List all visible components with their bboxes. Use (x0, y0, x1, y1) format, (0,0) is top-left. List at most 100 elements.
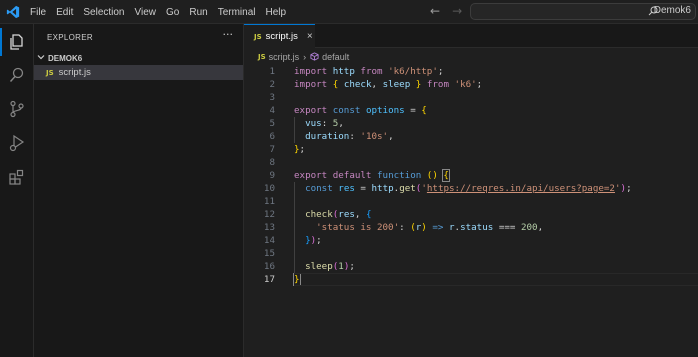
code-token: options (365, 105, 405, 116)
search-text: Demok6 (653, 5, 691, 16)
editor-area: JS script.js × JS script.js › default 1 i… (244, 24, 698, 357)
explorer-icon[interactable] (0, 28, 27, 56)
code-line[interactable]: 14 }); (244, 234, 698, 247)
code-line[interactable]: 4 export const options = { (244, 104, 698, 117)
code-text: } (293, 273, 301, 286)
code-line[interactable]: 5 vus: 5, (244, 117, 698, 130)
title-bar: File Edit Selection View Go Run Terminal… (0, 0, 698, 24)
search-view-icon[interactable] (7, 65, 27, 85)
code-token: '10s' (360, 131, 389, 142)
source-control-icon[interactable] (7, 99, 27, 119)
code-token: ; (299, 144, 306, 155)
code-line[interactable]: 7}; (244, 143, 698, 156)
code-token: import (294, 79, 333, 90)
code-line[interactable]: 3 (244, 91, 698, 104)
code-token: 'k6' (454, 79, 477, 90)
menu-file[interactable]: File (30, 7, 46, 18)
code-line[interactable]: 12 check(res, { (244, 208, 698, 221)
code-token: sleep (382, 79, 411, 90)
line-number: 14 (263, 235, 275, 246)
workspace-folder-label: DEMOK6 (48, 53, 83, 63)
code-text: const res = http.get('https://reqres.in/… (294, 182, 632, 195)
menu-bar: File Edit Selection View Go Run Terminal… (30, 0, 296, 24)
javascript-file-icon: JS (46, 68, 54, 77)
file-item-label: script.js (58, 67, 91, 78)
code-line[interactable]: 13 'status is 200': (r) => r.status === … (244, 221, 698, 234)
code-line[interactable]: 17} (244, 273, 698, 286)
run-debug-icon[interactable] (7, 133, 27, 153)
code-token: === (493, 222, 521, 233)
code-token: export (294, 105, 333, 116)
code-line[interactable]: 15 (244, 247, 698, 260)
tab-label: script.js (265, 31, 298, 42)
file-item-script-js[interactable]: JS script.js (34, 65, 243, 80)
breadcrumb-file[interactable]: script.js (269, 52, 300, 62)
code-text: }; (294, 143, 305, 156)
code-token: } (293, 273, 301, 286)
menu-terminal[interactable]: Terminal (218, 7, 256, 18)
code-token: from (421, 79, 455, 90)
code-token: () (426, 170, 438, 181)
indent-guide (294, 117, 295, 143)
chevron-down-icon (37, 53, 45, 63)
code-token: function (377, 170, 427, 181)
extensions-icon[interactable] (7, 167, 27, 187)
menu-view[interactable]: View (135, 7, 157, 18)
menu-selection[interactable]: Selection (83, 7, 124, 18)
menu-go[interactable]: Go (166, 7, 179, 18)
close-icon[interactable]: × (307, 31, 313, 42)
code-token: { (365, 209, 372, 220)
code-token: ; (626, 183, 632, 194)
code-editor[interactable]: 1 import http from 'k6/http'; 2 import { ch… (244, 65, 698, 286)
code-token: http (371, 183, 394, 194)
explorer-title: EXPLORER (47, 33, 93, 42)
back-arrow-icon[interactable]: ← (430, 4, 440, 18)
code-token: vus (305, 118, 322, 129)
code-line[interactable]: 8 (244, 156, 698, 169)
vscode-logo-icon (6, 5, 20, 19)
code-token: sleep (305, 261, 333, 272)
code-token: , (388, 131, 394, 142)
navigation-arrows: ← → (430, 4, 462, 18)
code-token: 'k6/http' (388, 66, 438, 77)
code-line[interactable]: 10 const res = http.get('https://reqres.… (244, 182, 698, 195)
code-token: = (404, 105, 422, 116)
code-token: ; (437, 66, 444, 77)
tab-script-js[interactable]: JS script.js × (244, 24, 315, 48)
javascript-file-icon: JS (254, 32, 262, 41)
menu-run[interactable]: Run (189, 7, 207, 18)
code-line[interactable]: 2 import { check, sleep } from 'k6'; (244, 78, 698, 91)
line-number: 17 (263, 274, 275, 285)
activity-bar (0, 24, 34, 357)
code-line[interactable]: 16 sleep(1); (244, 260, 698, 273)
code-token: } (410, 79, 422, 90)
menu-edit[interactable]: Edit (56, 7, 73, 18)
menu-help[interactable]: Help (266, 7, 287, 18)
code-token: ; (349, 261, 355, 272)
code-token: check (305, 209, 333, 220)
indent-guide (294, 182, 295, 273)
workspace-folder[interactable]: DEMOK6 (34, 51, 243, 65)
line-number: 9 (269, 170, 275, 181)
code-token: import (294, 66, 333, 77)
code-line[interactable]: 9 export default function () { (244, 169, 698, 182)
code-token: , (371, 79, 383, 90)
code-line[interactable]: 1 import http from 'k6/http'; (244, 65, 698, 78)
line-number: 10 (263, 183, 275, 194)
line-number: 6 (269, 131, 275, 142)
more-actions-icon[interactable]: ··· (223, 28, 234, 41)
code-line[interactable]: 6 duration: '10s', (244, 130, 698, 143)
code-token: check (343, 79, 372, 90)
line-number: 1 (269, 66, 275, 77)
code-token: , (338, 118, 344, 129)
forward-arrow-icon[interactable]: → (452, 4, 462, 18)
command-center-search[interactable]: Demok6 (470, 3, 696, 20)
line-number: 3 (269, 92, 275, 103)
code-line[interactable]: 11 (244, 195, 698, 208)
code-text: export const options = { (294, 104, 427, 117)
breadcrumb-symbol[interactable]: default (322, 52, 349, 62)
